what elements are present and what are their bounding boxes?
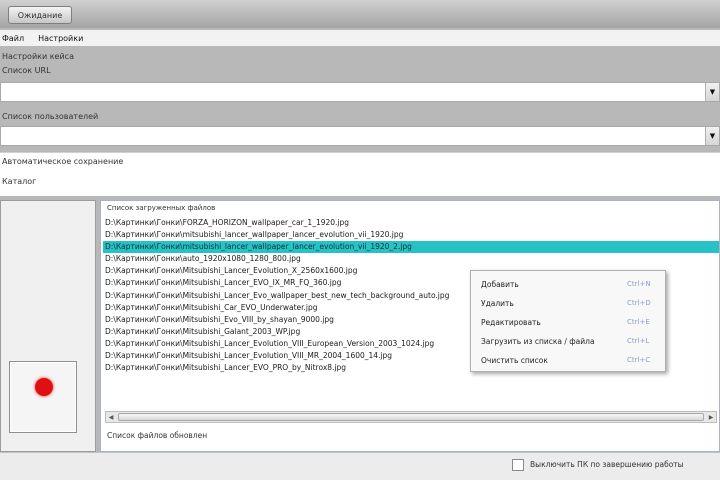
context-menu-add[interactable]: Добавить Ctrl+N: [471, 275, 665, 294]
record-button[interactable]: [9, 361, 77, 433]
scrollbar-thumb[interactable]: [118, 413, 704, 421]
file-row[interactable]: D:\Картинки\Гонки\FORZA_HORIZON_wallpape…: [103, 217, 719, 229]
shutdown-label: Выключить ПК по завершению работы: [530, 460, 684, 469]
title-bar: Ожидание: [0, 0, 720, 28]
context-menu-add-label: Добавить: [481, 280, 519, 289]
context-menu-edit[interactable]: Редактировать Ctrl+E: [471, 313, 665, 332]
context-menu-clear-label: Очистить список: [481, 356, 548, 365]
horizontal-scrollbar[interactable]: ◀ ▶: [105, 411, 717, 423]
shutdown-checkbox[interactable]: [512, 459, 524, 471]
context-menu-clear[interactable]: Очистить список Ctrl+C: [471, 351, 665, 370]
preview-panel: [0, 200, 96, 452]
context-menu-load-label: Загрузить из списка / файла: [481, 337, 595, 346]
context-menu: Добавить Ctrl+N Удалить Ctrl+D Редактиро…: [470, 270, 666, 372]
status-bar: Выключить ПК по завершению работы: [0, 452, 720, 480]
file-row[interactable]: D:\Картинки\Гонки\auto_1920x1080_1280_80…: [103, 253, 719, 265]
context-menu-add-shortcut: Ctrl+N: [627, 280, 651, 288]
chevron-down-icon[interactable]: ▼: [705, 83, 719, 101]
context-menu-edit-label: Редактировать: [481, 318, 541, 327]
context-menu-delete-label: Удалить: [481, 299, 514, 308]
file-row[interactable]: D:\Картинки\Гонки\mitsubishi_lancer_wall…: [103, 241, 719, 254]
menu-file[interactable]: Файл: [2, 34, 24, 43]
record-icon: [35, 378, 53, 396]
window-title: Ожидание: [17, 10, 63, 20]
sites-combo[interactable]: ▼: [0, 82, 720, 102]
menu-settings[interactable]: Настройки: [38, 34, 83, 43]
context-menu-delete[interactable]: Удалить Ctrl+D: [471, 294, 665, 313]
paths-panel: Автоматическое сохранение Каталог: [0, 152, 720, 196]
folder-label: Каталог: [2, 177, 37, 186]
users-combo[interactable]: ▼: [0, 126, 720, 146]
context-menu-edit-shortcut: Ctrl+E: [627, 318, 650, 326]
menu-bar: Файл Настройки: [0, 30, 720, 46]
window-title-tab[interactable]: Ожидание: [8, 6, 72, 24]
context-menu-delete-shortcut: Ctrl+D: [627, 299, 651, 307]
scroll-left-icon[interactable]: ◀: [106, 412, 116, 422]
scroll-right-icon[interactable]: ▶: [706, 412, 716, 422]
context-menu-load-shortcut: Ctrl+L: [627, 337, 650, 345]
settings-section-label: Настройки кейса: [2, 52, 74, 61]
file-list-status: Список файлов обновлен: [107, 431, 208, 440]
sites-label: Список URL: [2, 66, 51, 75]
file-list-title: Список загруженных файлов: [107, 204, 216, 212]
context-menu-clear-shortcut: Ctrl+C: [627, 356, 651, 364]
auto-save-label: Автоматическое сохранение: [2, 157, 124, 166]
context-menu-load[interactable]: Загрузить из списка / файла Ctrl+L: [471, 332, 665, 351]
file-row[interactable]: D:\Картинки\Гонки\mitsubishi_lancer_wall…: [103, 229, 719, 241]
chevron-down-icon[interactable]: ▼: [705, 127, 719, 145]
users-label: Список пользователей: [2, 112, 99, 121]
